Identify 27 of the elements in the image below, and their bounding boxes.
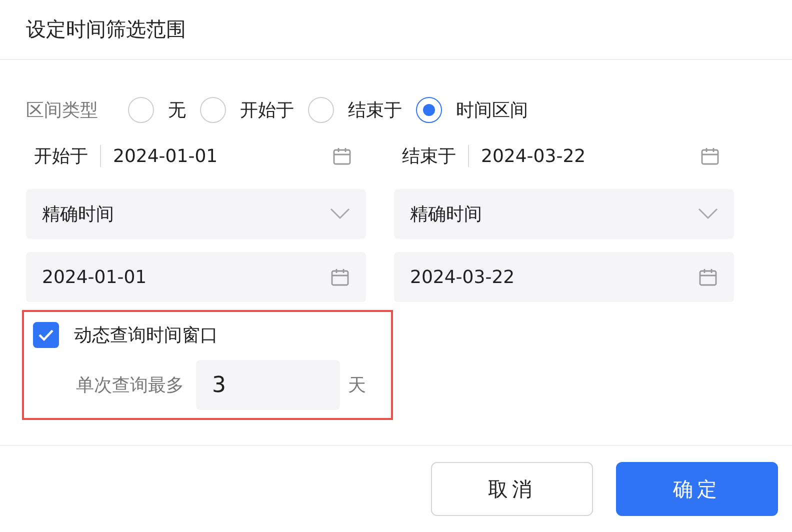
radio-option[interactable]: 结束于 bbox=[308, 97, 402, 123]
calendar-icon[interactable] bbox=[700, 146, 720, 166]
days-input[interactable]: 3 bbox=[196, 360, 340, 410]
checkbox[interactable] bbox=[33, 322, 59, 348]
mode-select[interactable]: 精确时间 bbox=[394, 189, 734, 239]
radio-option[interactable]: 无 bbox=[128, 97, 186, 123]
radio-option[interactable]: 开始于 bbox=[200, 97, 294, 123]
date-field[interactable]: 2024-03-22 bbox=[394, 252, 734, 302]
radio-icon[interactable] bbox=[416, 97, 442, 123]
range-type-label: 区间类型 bbox=[26, 99, 98, 122]
calendar-icon[interactable] bbox=[330, 267, 350, 287]
calendar-icon[interactable] bbox=[698, 267, 718, 287]
dialog-title: 设定时间筛选范围 bbox=[26, 16, 186, 43]
cancel-button[interactable]: 取消 bbox=[431, 462, 593, 516]
calendar-icon[interactable] bbox=[332, 146, 352, 166]
date-input[interactable]: 结束于 2024-03-22 bbox=[394, 136, 734, 176]
checkbox-label: 动态查询时间窗口 bbox=[74, 324, 219, 347]
date-input[interactable]: 开始于 2024-01-01 bbox=[26, 136, 366, 176]
date-field[interactable]: 2024-01-01 bbox=[26, 252, 366, 302]
confirm-button[interactable]: 确定 bbox=[616, 462, 778, 516]
mode-select[interactable]: 精确时间 bbox=[26, 189, 366, 239]
chevron-down-icon bbox=[698, 208, 718, 220]
check-icon bbox=[38, 329, 54, 341]
chevron-down-icon bbox=[330, 208, 350, 220]
max-days-label: 单次查询最多 bbox=[76, 374, 184, 397]
radio-option[interactable]: 时间区间 bbox=[416, 97, 528, 123]
unit-label: 天 bbox=[348, 374, 366, 397]
